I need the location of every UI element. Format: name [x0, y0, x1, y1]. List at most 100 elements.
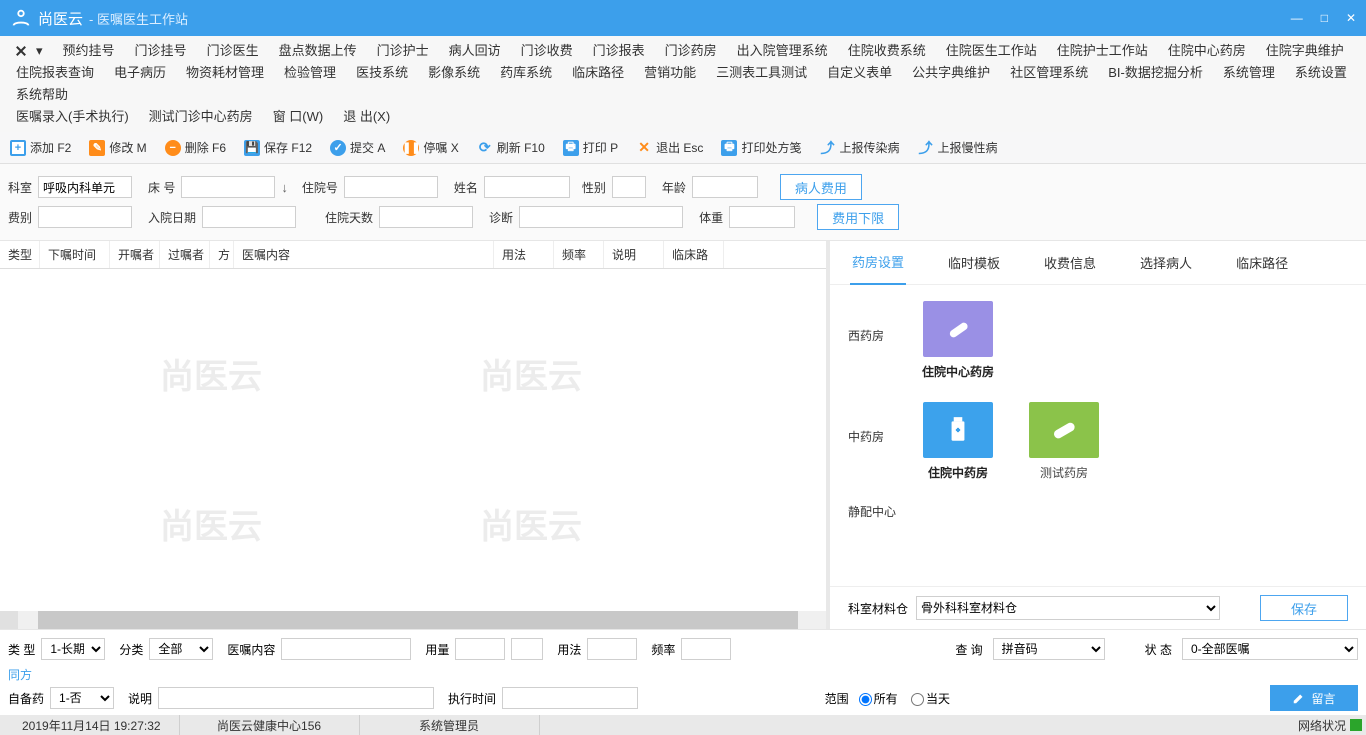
- menu-item[interactable]: 病人回访: [439, 40, 511, 62]
- menu-item[interactable]: 门诊药房: [655, 40, 727, 62]
- toolbar-submit-button[interactable]: ✓提交 A: [326, 137, 389, 158]
- menu-item[interactable]: 系统管理: [1213, 62, 1285, 84]
- menu-item[interactable]: 门诊护士: [367, 40, 439, 62]
- fee-type-input[interactable]: [38, 206, 132, 228]
- menu-item[interactable]: 检验管理: [274, 62, 346, 84]
- tab-4[interactable]: 临床路径: [1234, 241, 1290, 284]
- freq-input[interactable]: [681, 638, 731, 660]
- window-maximize-icon[interactable]: □: [1321, 11, 1328, 25]
- pharm-card-central[interactable]: 住院中心药房: [920, 301, 996, 380]
- weight-input[interactable]: [729, 206, 795, 228]
- bed-input[interactable]: [181, 176, 275, 198]
- pharm-card-cn-inpatient[interactable]: 住院中药房: [920, 402, 996, 481]
- menu-item[interactable]: 门诊收费: [511, 40, 583, 62]
- window-close-icon[interactable]: ✕: [1346, 11, 1356, 25]
- grid-header[interactable]: 方: [210, 241, 234, 268]
- usage-amt-input[interactable]: [455, 638, 505, 660]
- menu-item[interactable]: 社区管理系统: [1000, 62, 1098, 84]
- patient-fee-button[interactable]: 病人费用: [780, 174, 862, 200]
- menu-item[interactable]: 影像系统: [418, 62, 490, 84]
- grid-header[interactable]: 类型: [0, 241, 40, 268]
- menu-item[interactable]: 住院护士工作站: [1047, 40, 1158, 62]
- usage-unit-input[interactable]: [511, 638, 543, 660]
- menu-item[interactable]: 三测表工具测试: [706, 62, 817, 84]
- menu-item[interactable]: 医嘱录入(手术执行): [6, 106, 139, 128]
- toolbar-upload-button[interactable]: ⤴上报慢性病: [913, 137, 1001, 158]
- menu-item[interactable]: 住院医生工作站: [936, 40, 1047, 62]
- grid-header[interactable]: 开嘱者: [110, 241, 160, 268]
- menu-item[interactable]: 退 出(X): [333, 106, 400, 128]
- exec-time-input[interactable]: [502, 687, 638, 709]
- toolbar-exit-button[interactable]: ✕退出 Esc: [632, 137, 707, 158]
- grid-body[interactable]: 尚医云 尚医云 尚医云 尚医云: [0, 269, 826, 611]
- grid-header[interactable]: 过嘱者: [160, 241, 210, 268]
- menu-item[interactable]: 门诊医生: [197, 40, 269, 62]
- gender-input[interactable]: [612, 176, 646, 198]
- tab-3[interactable]: 选择病人: [1138, 241, 1194, 284]
- grid-header[interactable]: 下嘱时间: [40, 241, 110, 268]
- toolbar-plus-button[interactable]: +添加 F2: [6, 137, 75, 158]
- toolbar-save-button[interactable]: 💾保存 F12: [240, 137, 316, 158]
- menu-item[interactable]: 住院中心药房: [1158, 40, 1256, 62]
- age-input[interactable]: [692, 176, 758, 198]
- usage-input[interactable]: [587, 638, 637, 660]
- menu-item[interactable]: 窗 口(W): [263, 106, 334, 128]
- grid-header[interactable]: 频率: [554, 241, 604, 268]
- toolbar-upload-button[interactable]: ⤴上报传染病: [815, 137, 903, 158]
- arrow-down-icon[interactable]: ↓: [281, 180, 288, 195]
- name-input[interactable]: [484, 176, 570, 198]
- query-select[interactable]: 拼音码: [993, 638, 1105, 660]
- menu-item[interactable]: 预约挂号: [53, 40, 125, 62]
- toolbar-prescript-button[interactable]: 🖶打印处方笺: [717, 137, 805, 158]
- menu-item[interactable]: 盘点数据上传: [269, 40, 367, 62]
- close-icon[interactable]: [6, 40, 36, 62]
- save-button[interactable]: 保存: [1260, 595, 1348, 621]
- tab-0[interactable]: 药房设置: [850, 240, 906, 285]
- toolbar-del-button[interactable]: −删除 F6: [161, 137, 230, 158]
- menu-item[interactable]: BI-数据挖掘分析: [1098, 62, 1213, 84]
- menu-item[interactable]: 出入院管理系统: [727, 40, 838, 62]
- range-all-radio[interactable]: 所有: [859, 692, 898, 706]
- menu-item[interactable]: 系统设置: [1285, 62, 1357, 84]
- horizontal-scrollbar[interactable]: [0, 611, 826, 629]
- grid-header[interactable]: 说明: [604, 241, 664, 268]
- dept-material-select[interactable]: 骨外科科室材料仓: [916, 596, 1220, 620]
- toolbar-edit-button[interactable]: ✎修改 M: [85, 137, 150, 158]
- pharm-card-test[interactable]: 测试药房: [1026, 402, 1102, 481]
- menu-item[interactable]: 住院收费系统: [838, 40, 936, 62]
- menu-item[interactable]: 住院字典维护: [1256, 40, 1354, 62]
- menu-item[interactable]: 电子病历: [104, 62, 176, 84]
- in-days-input[interactable]: [379, 206, 473, 228]
- menu-item[interactable]: 临床路径: [562, 62, 634, 84]
- message-button[interactable]: 留言: [1270, 685, 1358, 711]
- grid-header[interactable]: 临床路: [664, 241, 724, 268]
- menu-item[interactable]: 物资耗材管理: [176, 62, 274, 84]
- chevron-down-icon[interactable]: ▾: [36, 40, 53, 62]
- menu-item[interactable]: 门诊挂号: [125, 40, 197, 62]
- dept-input[interactable]: [38, 176, 132, 198]
- in-date-input[interactable]: [202, 206, 296, 228]
- desc-input[interactable]: [158, 687, 434, 709]
- tongfang-link[interactable]: 同方: [8, 666, 32, 683]
- menu-item[interactable]: 药库系统: [490, 62, 562, 84]
- menu-item[interactable]: 自定义表单: [817, 62, 902, 84]
- grid-header[interactable]: 医嘱内容: [234, 241, 494, 268]
- content-input[interactable]: [281, 638, 411, 660]
- hosp-no-input[interactable]: [344, 176, 438, 198]
- toolbar-pause-button[interactable]: ❚❚停嘱 X: [399, 137, 462, 158]
- selfdrug-select[interactable]: 1-否: [50, 687, 114, 709]
- range-today-radio[interactable]: 当天: [911, 692, 950, 706]
- state-select[interactable]: 0-全部医嘱: [1182, 638, 1358, 660]
- menu-item[interactable]: 公共字典维护: [902, 62, 1000, 84]
- diag-input[interactable]: [519, 206, 683, 228]
- window-minimize-icon[interactable]: —: [1291, 11, 1303, 25]
- menu-item[interactable]: 医技系统: [346, 62, 418, 84]
- grid-header[interactable]: 用法: [494, 241, 554, 268]
- tab-2[interactable]: 收费信息: [1042, 241, 1098, 284]
- menu-item[interactable]: 住院报表查询: [6, 62, 104, 84]
- class-select[interactable]: 全部: [149, 638, 213, 660]
- tab-1[interactable]: 临时模板: [946, 241, 1002, 284]
- toolbar-print-button[interactable]: 🖶打印 P: [559, 137, 622, 158]
- menu-item[interactable]: 系统帮助: [6, 84, 78, 106]
- menu-item[interactable]: 测试门诊中心药房: [139, 106, 263, 128]
